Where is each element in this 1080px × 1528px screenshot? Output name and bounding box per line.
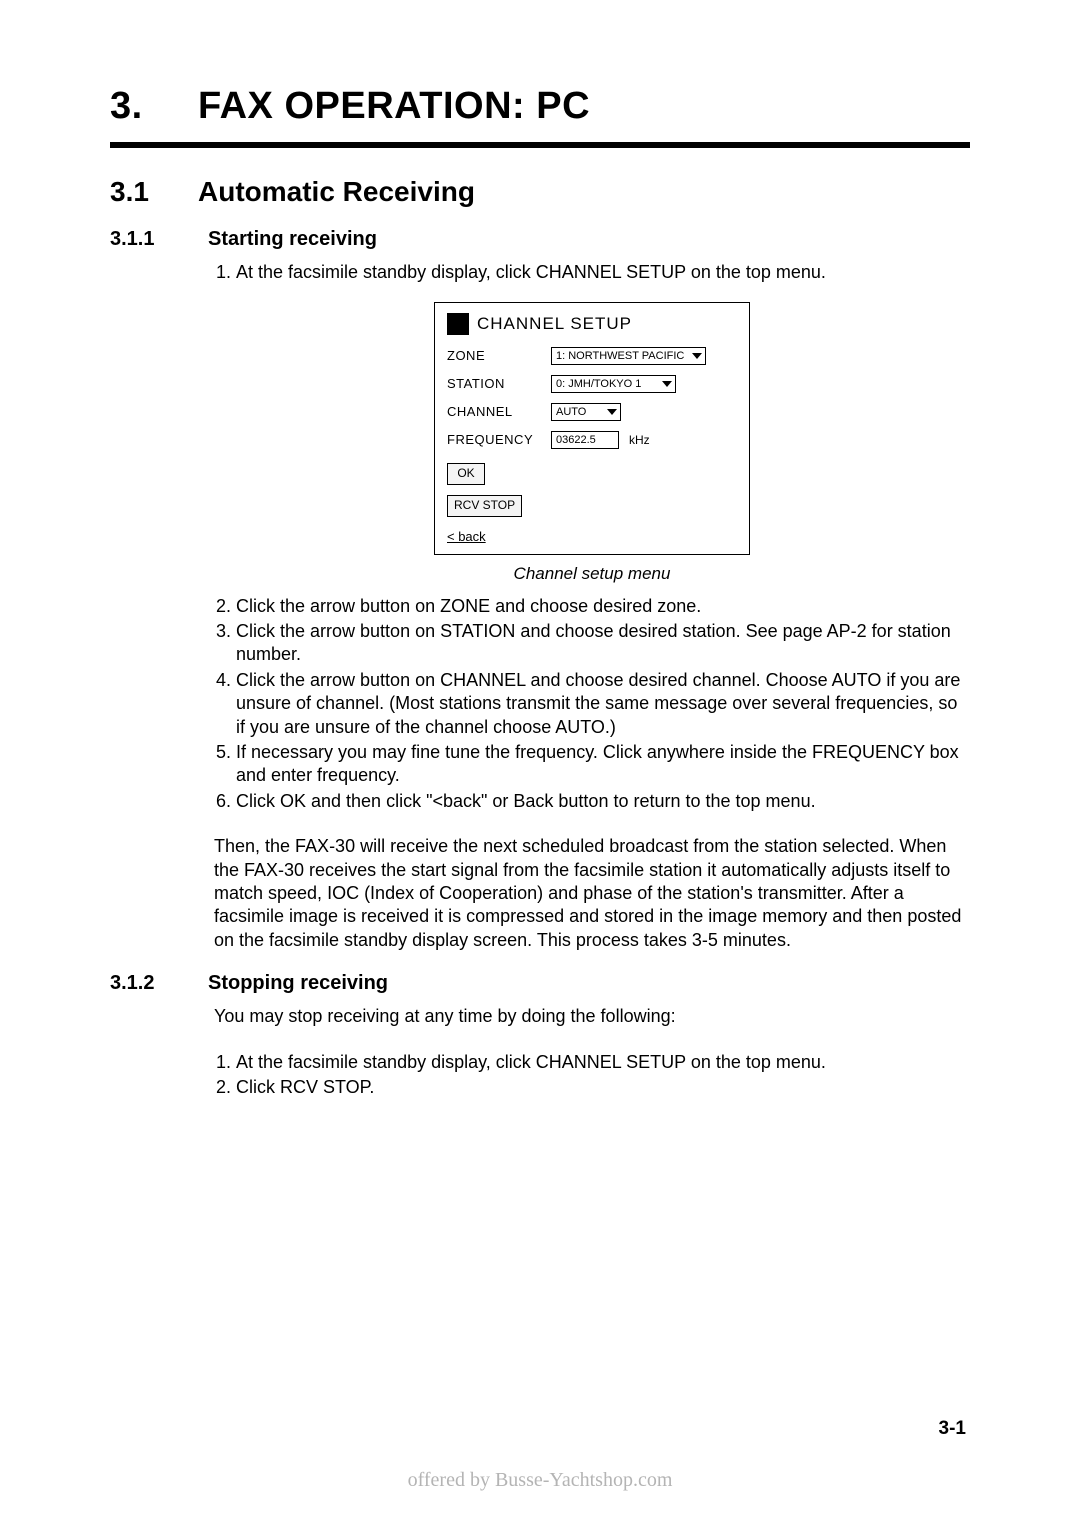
row-channel: CHANNEL AUTO [447,403,737,421]
step2-2: Click RCV STOP. [236,1076,970,1099]
rcv-stop-button[interactable]: RCV STOP [447,495,522,517]
chevron-down-icon [692,353,702,359]
manual-page: 3. FAX OPERATION: PC 3.1 Automatic Recei… [0,0,1080,1528]
footer-credit: offered by Busse-Yachtshop.com [0,1469,1080,1492]
dialog-header: CHANNEL SETUP [447,313,737,335]
subsection1-text: Starting receiving [208,228,377,251]
header-square-icon [447,313,469,335]
section-text: Automatic Receiving [198,176,475,208]
channel-select[interactable]: AUTO [551,403,621,421]
content-block-2: You may stop receiving at any time by do… [214,1005,970,1099]
back-link[interactable]: < back [447,529,737,546]
step1-6: Click OK and then click "<back" or Back … [236,790,970,813]
row-zone: ZONE 1: NORTHWEST PACIFIC [447,347,737,365]
step1-1: At the facsimile standby display, click … [236,261,970,284]
subsection1-number: 3.1.1 [110,228,170,251]
chapter-rule [110,142,970,148]
steps1-rest: Click the arrow button on ZONE and choos… [214,595,970,814]
stop-intro: You may stop receiving at any time by do… [214,1005,970,1028]
subsection2-number: 3.1.2 [110,972,170,995]
subsection-title-stopping: 3.1.2 Stopping receiving [110,972,970,995]
chapter-title: 3. FAX OPERATION: PC [110,85,970,128]
page-number: 3-1 [939,1418,966,1440]
content-block-1: At the facsimile standby display, click … [214,261,970,952]
ok-button[interactable]: OK [447,463,485,485]
chapter-number: 3. [110,85,158,128]
steps2: At the facsimile standby display, click … [214,1051,970,1100]
channel-value: AUTO [556,405,586,419]
figure-channel-setup: CHANNEL SETUP ZONE 1: NORTHWEST PACIFIC … [214,302,970,584]
row-frequency: FREQUENCY 03622.5 kHz [447,431,737,449]
steps1-top: At the facsimile standby display, click … [214,261,970,284]
section-title: 3.1 Automatic Receiving [110,176,970,208]
station-value: 0: JMH/TOKYO 1 [556,377,641,391]
chevron-down-icon [662,381,672,387]
channel-label: CHANNEL [447,404,551,421]
chapter-text: FAX OPERATION: PC [198,85,590,128]
step1-3: Click the arrow button on STATION and ch… [236,620,970,667]
section-number: 3.1 [110,176,158,208]
channel-setup-dialog: CHANNEL SETUP ZONE 1: NORTHWEST PACIFIC … [434,302,750,554]
step1-5: If necessary you may fine tune the frequ… [236,741,970,788]
explanation-paragraph: Then, the FAX-30 will receive the next s… [214,835,970,952]
frequency-label: FREQUENCY [447,432,551,449]
frequency-unit: kHz [629,433,650,449]
frequency-value: 03622.5 [556,433,596,447]
dialog-title: CHANNEL SETUP [477,313,632,335]
zone-select[interactable]: 1: NORTHWEST PACIFIC [551,347,706,365]
step1-2: Click the arrow button on ZONE and choos… [236,595,970,618]
station-label: STATION [447,376,551,393]
chevron-down-icon [607,409,617,415]
subsection2-text: Stopping receiving [208,972,388,995]
step2-1: At the facsimile standby display, click … [236,1051,970,1074]
zone-value: 1: NORTHWEST PACIFIC [556,349,684,363]
step1-4: Click the arrow button on CHANNEL and ch… [236,669,970,739]
subsection-title-starting: 3.1.1 Starting receiving [110,228,970,251]
row-station: STATION 0: JMH/TOKYO 1 [447,375,737,393]
frequency-input[interactable]: 03622.5 [551,431,619,449]
station-select[interactable]: 0: JMH/TOKYO 1 [551,375,676,393]
figure-caption: Channel setup menu [214,563,970,585]
zone-label: ZONE [447,348,551,365]
